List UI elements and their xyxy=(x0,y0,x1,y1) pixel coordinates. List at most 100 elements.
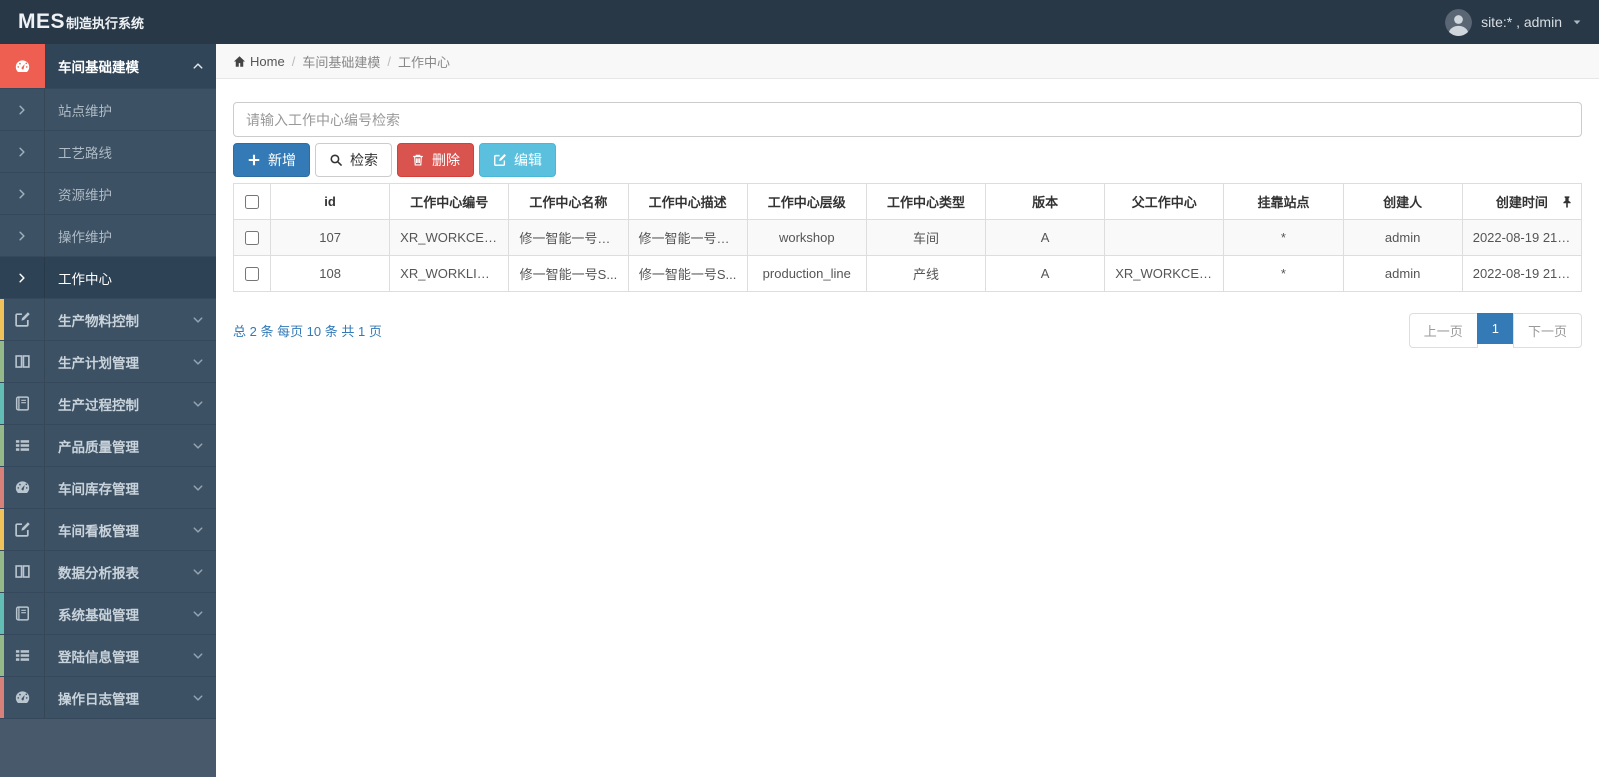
breadcrumb-home-label: Home xyxy=(250,53,285,69)
pin-icon[interactable] xyxy=(1562,195,1572,208)
column-header-1[interactable]: 工作中心编号 xyxy=(389,183,510,220)
sidebar-item-0-0[interactable]: 站点维护 xyxy=(0,89,216,131)
column-header-5[interactable]: 工作中心类型 xyxy=(865,183,987,220)
sidebar-group-label: 生产过程控制 xyxy=(58,397,139,413)
chevron-down-icon xyxy=(180,677,216,718)
sidebar-group-rail xyxy=(0,551,45,592)
cell-0-4: workshop xyxy=(746,219,867,256)
cell-0-6: A xyxy=(985,219,1106,256)
sidebar-group-rail xyxy=(0,677,45,718)
sidebar-group-3[interactable]: 生产过程控制 xyxy=(0,383,216,425)
column-header-9[interactable]: 创建人 xyxy=(1342,183,1463,220)
home-icon xyxy=(233,55,246,68)
app-logo[interactable]: MES 制造执行系统 xyxy=(18,10,144,34)
cell-1-1: XR_WORKLINE... xyxy=(389,255,510,292)
edit-icon xyxy=(14,311,31,328)
add-button[interactable]: 新增 xyxy=(233,143,310,177)
sidebar-group-label: 数据分析报表 xyxy=(58,565,139,581)
row-select-cell xyxy=(233,219,271,256)
user-avatar xyxy=(1445,8,1473,36)
app-logo-sub: 制造执行系统 xyxy=(66,16,145,31)
column-header-7[interactable]: 父工作中心 xyxy=(1104,183,1225,220)
breadcrumb: Home / 车间基础建模 / 工作中心 xyxy=(216,44,1599,79)
pagination-next[interactable]: 下一页 xyxy=(1512,313,1582,348)
sidebar-group-rail xyxy=(0,44,45,88)
column-header-2[interactable]: 工作中心名称 xyxy=(508,183,629,220)
sidebar: 车间基础建模站点维护 工艺路线 资源维护 操作维护工作中心生产物料控制生产计划管理 生产… xyxy=(0,44,216,777)
sidebar-group-label: 车间基础建模 xyxy=(58,60,139,75)
chevron-down-icon xyxy=(180,509,216,550)
sidebar-group-label: 车间看板管理 xyxy=(58,523,139,539)
cell-0-10: 2022-08-19 21:1... xyxy=(1461,219,1583,256)
pagination-page-1[interactable]: 1 xyxy=(1476,313,1514,348)
chevron-down-icon xyxy=(180,551,216,592)
sidebar-group-5[interactable]: 车间库存管理 xyxy=(0,467,216,509)
sidebar-item-0-4[interactable]: 工作中心 xyxy=(0,257,216,299)
sidebar-item-0-3[interactable]: 操作维护 xyxy=(0,215,216,257)
caret-down-icon xyxy=(1571,16,1583,28)
sidebar-group-label: 车间库存管理 xyxy=(58,481,139,497)
sidebar-item-label: 工作中心 xyxy=(58,271,112,287)
sidebar-group-rail xyxy=(0,467,45,508)
column-header-0[interactable]: id xyxy=(269,183,391,220)
cell-1-2: 修一智能一号S... xyxy=(508,255,629,292)
breadcrumb-home[interactable]: Home xyxy=(233,54,285,69)
work-center-table: id 工作中心编号 工作中心名称 工作中心描述 工作中心层级 工作中心类型 版本 父工作中心挂… xyxy=(233,183,1583,292)
cell-1-3: 修一智能一号S... xyxy=(627,255,748,292)
sidebar-group-rail xyxy=(0,383,45,424)
toolbar: 新增 检索 删除 编辑 xyxy=(233,143,1582,177)
sidebar-group-label: 登陆信息管理 xyxy=(58,649,139,665)
sidebar-group-9[interactable]: 登陆信息管理 xyxy=(0,635,216,677)
sidebar-item-rail xyxy=(0,173,45,214)
pagination-prev[interactable]: 上一页 xyxy=(1408,313,1478,348)
column-header-8[interactable]: 挂靠站点 xyxy=(1223,183,1344,220)
app-logo-main: MES xyxy=(18,10,66,33)
search-button[interactable]: 检索 xyxy=(315,143,392,177)
pagination: 总 2 条 每页 10 条 共 1 页 上一页 1 下一页 xyxy=(233,313,1582,348)
row-checkbox[interactable] xyxy=(245,231,259,246)
sidebar-group-0[interactable]: 车间基础建模 xyxy=(0,44,216,89)
sidebar-group-rail xyxy=(0,299,45,340)
sidebar-group-1[interactable]: 生产物料控制 xyxy=(0,299,216,341)
table-row[interactable]: 108 XR_WORKLINE... 修一智能一号S... 修一智能一号S... pro… xyxy=(233,255,1583,292)
cell-0-0: 107 xyxy=(269,219,391,256)
sidebar-item-0-1[interactable]: 工艺路线 xyxy=(0,131,216,173)
sidebar-group-4[interactable]: 产品质量管理 xyxy=(0,425,216,467)
delete-button-label: 删除 xyxy=(432,152,460,168)
sidebar-group-rail xyxy=(0,425,45,466)
sidebar-group-7[interactable]: 数据分析报表 xyxy=(0,551,216,593)
sidebar-item-0-2[interactable]: 资源维护 xyxy=(0,173,216,215)
sidebar-group-6[interactable]: 车间看板管理 xyxy=(0,509,216,551)
list-icon xyxy=(14,437,31,454)
row-checkbox[interactable] xyxy=(245,267,259,282)
pagination-summary: 总 2 条 每页 10 条 共 1 页 xyxy=(233,324,382,339)
sidebar-group-label: 生产计划管理 xyxy=(58,355,139,371)
table-row[interactable]: 107 XR_WORKCEN... 修一智能一号车间 修一智能一号车间 workshop… xyxy=(233,219,1583,256)
column-header-3[interactable]: 工作中心描述 xyxy=(627,183,748,220)
breadcrumb-item-2: 工作中心 xyxy=(397,54,450,70)
column-header-6[interactable]: 版本 xyxy=(985,183,1106,220)
user-menu[interactable]: site:* , admin xyxy=(1445,8,1583,36)
delete-button[interactable]: 删除 xyxy=(397,143,474,177)
sidebar-item-rail xyxy=(0,257,45,298)
search-input[interactable] xyxy=(233,102,1582,137)
cell-1-6: A xyxy=(985,255,1106,292)
columns-icon xyxy=(14,353,31,370)
column-header-10[interactable]: 创建时间 xyxy=(1461,183,1583,220)
pager: 上一页 1 下一页 xyxy=(1408,313,1582,348)
select-all-checkbox[interactable] xyxy=(245,195,259,210)
sidebar-group-label: 操作日志管理 xyxy=(58,691,139,707)
column-header-4[interactable]: 工作中心层级 xyxy=(746,183,867,220)
sidebar-item-rail xyxy=(0,131,45,172)
sidebar-group-rail xyxy=(0,509,45,550)
chevron-right-icon xyxy=(16,146,28,158)
chevron-right-icon xyxy=(16,230,28,242)
breadcrumb-item-1[interactable]: 车间基础建模 xyxy=(302,52,380,71)
sidebar-group-2[interactable]: 生产计划管理 xyxy=(0,341,216,383)
edit-button[interactable]: 编辑 xyxy=(479,143,556,177)
sidebar-group-rail xyxy=(0,593,45,634)
sidebar-group-10[interactable]: 操作日志管理 xyxy=(0,677,216,719)
chevron-down-icon xyxy=(180,341,216,382)
sidebar-group-8[interactable]: 系统基础管理 xyxy=(0,593,216,635)
sidebar-group-label: 系统基础管理 xyxy=(58,607,139,623)
